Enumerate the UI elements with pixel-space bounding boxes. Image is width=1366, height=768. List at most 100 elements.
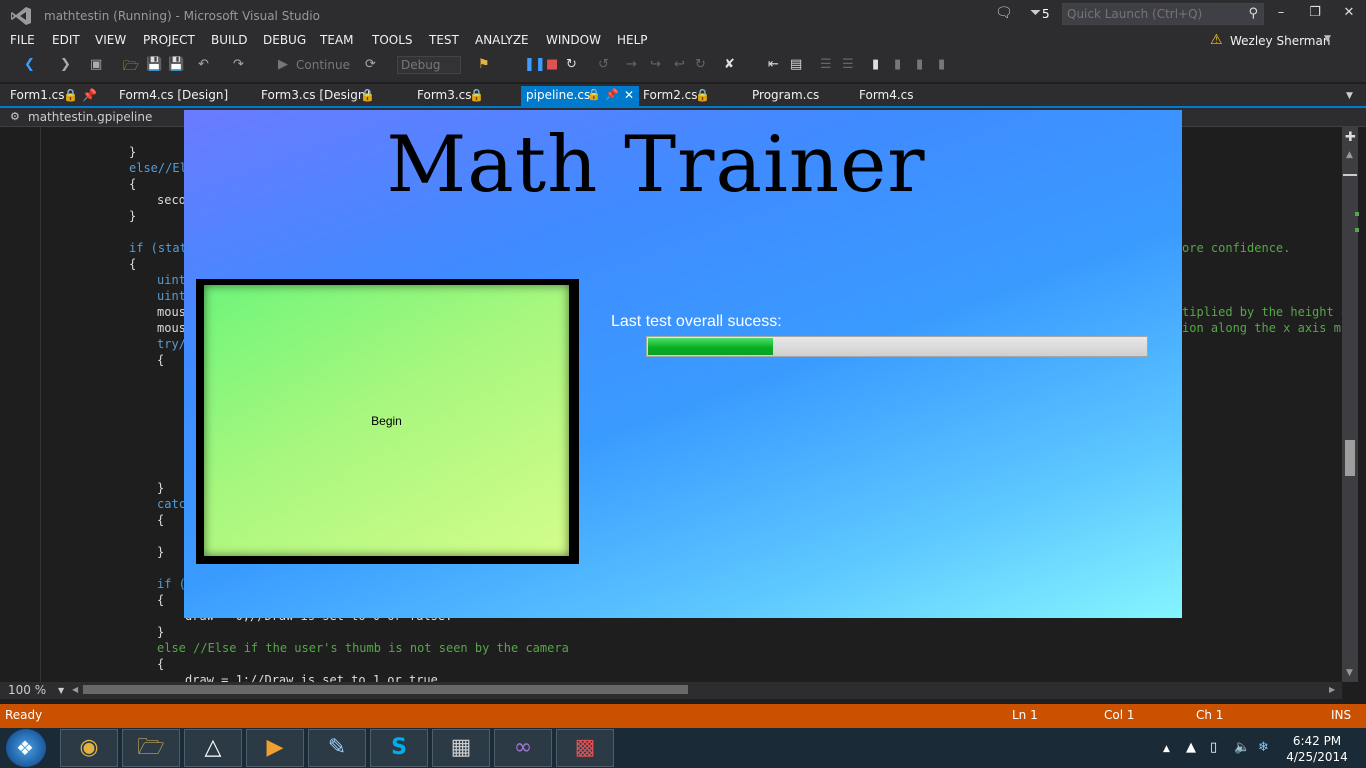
tray-app-icon[interactable]: ❄ [1258, 740, 1269, 755]
taskbar-unity[interactable]: △ [184, 729, 242, 767]
tab-program-cs[interactable]: Program.cs [752, 88, 819, 102]
tab-pipeline-cs[interactable]: pipeline.cs 🔒 📌 ✕ [521, 86, 639, 106]
menu-window[interactable]: WINDOW [546, 33, 601, 47]
menu-team[interactable]: TEAM [320, 33, 353, 47]
volume-icon[interactable]: 🔈 [1234, 740, 1250, 755]
scroll-up-icon[interactable]: ▲ [1346, 150, 1353, 160]
split-icon[interactable]: ✚ [1345, 130, 1356, 145]
continue-button[interactable]: Continue [296, 58, 350, 72]
step-into-icon[interactable]: → [626, 57, 637, 72]
pin-icon[interactable]: 📌 [82, 88, 97, 102]
minimize-button[interactable]: – [1268, 5, 1294, 23]
filter-icon[interactable]: ⏷ [1030, 5, 1041, 21]
quick-launch[interactable]: ⚲ [1062, 3, 1264, 25]
zoom-dropdown-icon[interactable]: ▼ [58, 686, 64, 695]
code-line: mous [157, 305, 186, 319]
step-over-icon[interactable]: ↪ [650, 57, 661, 72]
type-dropdown[interactable]: mathtestin.gpipeline [28, 110, 152, 124]
tab-form3-design[interactable]: Form3.cs [Design] [261, 88, 370, 102]
solution-config-select[interactable]: Debug [397, 56, 461, 74]
menu-view[interactable]: VIEW [95, 33, 126, 47]
vertical-scrollbar[interactable] [1342, 127, 1358, 682]
stack-frame-icon[interactable]: ▤ [790, 57, 802, 72]
tab-form4-cs[interactable]: Form4.cs [859, 88, 914, 102]
tab-form1-cs[interactable]: Form1.cs [10, 88, 65, 102]
begin-frame: Begin [196, 279, 579, 564]
tab-overflow-icon[interactable]: ▼ [1346, 91, 1353, 101]
restore-button[interactable]: ❐ [1302, 5, 1328, 23]
taskbar-chrome[interactable]: ◉ [60, 729, 118, 767]
scroll-left-icon[interactable]: ◀ [72, 685, 78, 694]
tab-form2-cs[interactable]: Form2.cs [643, 88, 698, 102]
menu-help[interactable]: HELP [617, 33, 648, 47]
user-dropdown-icon[interactable]: ▼ [1324, 34, 1331, 44]
save-all-icon[interactable]: 💾 [168, 57, 184, 72]
pause-icon[interactable]: ❚❚ [524, 57, 546, 72]
show-next-statement-icon[interactable]: ↺ [598, 57, 609, 72]
open-folder-icon[interactable]: 🗁 [123, 57, 139, 79]
code-comment: tiplied by the height of [1182, 305, 1356, 319]
bookmark-icon[interactable]: ▮ [872, 57, 879, 72]
tab-form4-design[interactable]: Form4.cs [Design] [119, 88, 228, 102]
quick-launch-input[interactable] [1063, 4, 1241, 24]
undo-icon[interactable]: ↶ [198, 57, 209, 72]
menu-project[interactable]: PROJECT [143, 33, 195, 47]
scroll-down-icon[interactable]: ▼ [1346, 668, 1353, 678]
taskbar-skype[interactable]: S [370, 729, 428, 767]
menu-edit[interactable]: EDIT [52, 33, 80, 47]
menu-analyze[interactable]: ANALYZE [475, 33, 529, 47]
forward-icon[interactable]: ❯ [60, 57, 71, 72]
device-icon[interactable]: ▯ [1210, 740, 1217, 755]
taskbar-paint[interactable]: ▩ [556, 729, 614, 767]
clear-bookmarks-icon[interactable]: ▮ [938, 57, 945, 72]
taskbar-notepad[interactable]: ✎ [308, 729, 366, 767]
continue-icon[interactable]: ▶ [278, 57, 288, 72]
uncomment-icon[interactable]: ☰ [842, 57, 854, 72]
notification-icon[interactable]: 🗨 [995, 5, 1013, 21]
menu-test[interactable]: TEST [429, 33, 459, 47]
taskbar-media-player[interactable]: ▶ [246, 729, 304, 767]
save-icon[interactable]: 💾 [146, 57, 162, 72]
thread-icon[interactable]: ⇤ [768, 57, 779, 72]
close-button[interactable]: ✕ [1336, 5, 1362, 23]
show-hidden-icons-icon[interactable]: ▲ [1163, 744, 1170, 754]
code-line: try/ [157, 337, 186, 351]
taskbar-calculator[interactable]: ▦ [432, 729, 490, 767]
refresh-debug-icon[interactable]: ↻ [695, 57, 706, 72]
network-icon[interactable]: ▲ [1186, 740, 1196, 755]
code-line: { [157, 513, 165, 527]
next-bookmark-icon[interactable]: ▮ [916, 57, 923, 72]
menu-debug[interactable]: DEBUG [263, 33, 306, 47]
taskbar-visual-studio[interactable]: ∞ [494, 729, 552, 767]
tab-form3-cs[interactable]: Form3.cs [417, 88, 472, 102]
pin-icon[interactable]: 📌 [605, 88, 619, 101]
menu-build[interactable]: BUILD [211, 33, 247, 47]
stop-icon[interactable]: ■ [546, 57, 558, 72]
media-player-icon: ▶ [266, 735, 284, 760]
new-project-icon[interactable]: ▣ [90, 57, 102, 72]
prev-bookmark-icon[interactable]: ▮ [894, 57, 901, 72]
taskbar-explorer[interactable]: 🗁 [122, 729, 180, 767]
refresh-icon[interactable]: ⟳ [365, 57, 376, 72]
start-button[interactable]: ❖ [6, 729, 46, 767]
step-out-icon[interactable]: ↩ [674, 57, 685, 72]
restart-icon[interactable]: ↻ [566, 57, 577, 72]
redo-icon[interactable]: ↷ [233, 57, 244, 72]
scroll-right-icon[interactable]: ▶ [1329, 685, 1335, 694]
comment-icon[interactable]: ☰ [820, 57, 832, 72]
user-name[interactable]: Wezley Sherman [1230, 34, 1330, 48]
find-icon[interactable]: ⚑ [478, 57, 490, 72]
hex-display-icon[interactable]: ✘ [724, 57, 735, 72]
horizontal-scroll-thumb[interactable] [83, 685, 688, 694]
close-tab-icon[interactable]: ✕ [624, 88, 634, 102]
taskbar-clock[interactable]: 6:42 PM 4/25/2014 [1282, 733, 1352, 765]
notepad-icon: ✎ [327, 735, 347, 760]
begin-button[interactable]: Begin [204, 285, 569, 556]
search-icon[interactable]: ⚲ [1248, 6, 1258, 21]
menu-bar [0, 30, 1366, 52]
back-icon[interactable]: ❮ [24, 57, 35, 72]
vertical-scroll-thumb[interactable] [1345, 440, 1355, 476]
zoom-level[interactable]: 100 % [8, 683, 46, 697]
menu-tools[interactable]: TOOLS [372, 33, 413, 47]
menu-file[interactable]: FILE [10, 33, 35, 47]
